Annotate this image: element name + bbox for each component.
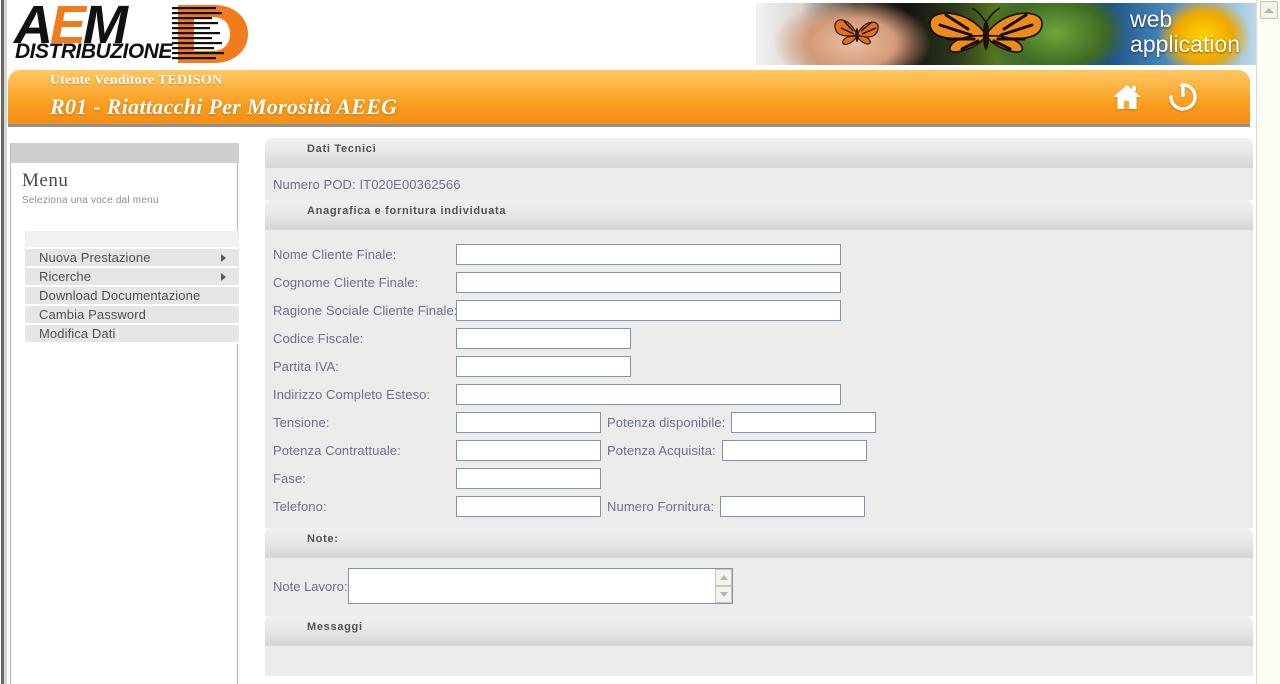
label-potenza-acquisita: Potenza Acquisita:	[607, 442, 716, 458]
menu-list: Nuova Prestazione Ricerche Download Docu…	[25, 231, 239, 344]
section-body-anagrafica: Nome Cliente Finale: Cognome Cliente Fin…	[265, 230, 1253, 528]
pod-number-line: Numero POD: IT020E00362566	[273, 176, 461, 192]
form-row-indirizzo: Indirizzo Completo Esteso:	[273, 380, 1253, 408]
input-potenza-disponibile[interactable]	[731, 411, 877, 433]
title-bar-actions	[1112, 82, 1198, 112]
caption-line-2: application	[1130, 31, 1240, 57]
scroll-down-icon[interactable]	[715, 586, 732, 603]
sidebar: Menu Seleziona una voce dal menu Nuova P…	[10, 143, 239, 684]
scroll-up-icon[interactable]	[1260, 1, 1278, 19]
sidebar-item-cambia-password[interactable]: Cambia Password	[25, 306, 239, 325]
aem-distribuzione-logo: AEM DISTRIBUZIONE	[14, 0, 254, 65]
form-row-fase: Fase:	[273, 464, 1253, 492]
sidebar-item-label: Download Documentazione	[39, 288, 201, 303]
section-body-messaggi	[265, 646, 1253, 676]
input-ragione-sociale-cliente-finale[interactable]	[456, 299, 841, 321]
anagrafica-form: Nome Cliente Finale: Cognome Cliente Fin…	[265, 230, 1253, 528]
sidebar-item-modifica-dati[interactable]: Modifica Dati	[25, 325, 239, 344]
label-ragione-sociale-cliente-finale: Ragione Sociale Cliente Finale:	[273, 302, 458, 318]
form-row-ragione-sociale: Ragione Sociale Cliente Finale:	[273, 296, 1253, 324]
input-cognome-cliente-finale[interactable]	[456, 271, 841, 293]
form-row-telefono: Telefono: Numero Fornitura:	[273, 492, 1253, 520]
label-fase: Fase:	[273, 470, 307, 486]
sidebar-item-label: Cambia Password	[39, 307, 146, 322]
section-body-dati-tecnici: Numero POD: IT020E00362566	[265, 168, 1253, 200]
input-nome-cliente-finale[interactable]	[456, 243, 841, 265]
section-header-messaggi: Messaggi	[265, 616, 1253, 646]
section-title: Note:	[307, 533, 339, 545]
chevron-right-icon	[221, 253, 226, 262]
label-tensione: Tensione:	[273, 414, 330, 430]
menu-heading: Menu	[22, 170, 69, 191]
power-icon[interactable]	[1168, 82, 1198, 112]
form-row-cognome: Cognome Cliente Finale:	[273, 268, 1253, 296]
label-partita-iva: Partita IVA:	[273, 358, 339, 374]
section-header-note: Note:	[265, 528, 1253, 558]
form-row-codice-fiscale: Codice Fiscale:	[273, 324, 1253, 352]
section-body-note: Note Lavoro:	[265, 558, 1253, 616]
page-title-bar: Utente Venditore TEDISON R01 - Riattacch…	[8, 70, 1250, 127]
label-codice-fiscale: Codice Fiscale:	[273, 330, 364, 346]
web-application-caption: web application	[1130, 7, 1240, 57]
sidebar-item-download-documentazione[interactable]: Download Documentazione	[25, 287, 239, 306]
sidebar-item-ricerche[interactable]: Ricerche	[25, 268, 239, 287]
menu-spacer	[25, 231, 239, 249]
input-tensione[interactable]	[456, 411, 601, 433]
label-indirizzo-completo-esteso: Indirizzo Completo Esteso:	[273, 386, 431, 402]
top-banner: AEM DISTRIBUZIONE web application	[0, 0, 1256, 68]
section-header-anagrafica: Anagrafica e fornitura individuata	[265, 200, 1253, 230]
main-content: Dati Tecnici Numero POD: IT020E00362566 …	[265, 138, 1253, 684]
sidebar-item-label: Nuova Prestazione	[39, 250, 151, 265]
input-fase[interactable]	[456, 467, 601, 489]
input-numero-fornitura[interactable]	[720, 495, 866, 517]
label-potenza-disponibile: Potenza disponibile:	[607, 414, 726, 430]
chevron-right-icon	[221, 272, 226, 281]
input-potenza-acquisita[interactable]	[721, 439, 867, 461]
form-row-nome: Nome Cliente Finale:	[273, 240, 1253, 268]
home-icon[interactable]	[1112, 83, 1142, 111]
label-telefono: Telefono:	[273, 498, 327, 514]
note-form: Note Lavoro:	[265, 558, 1253, 616]
label-note-lavoro: Note Lavoro:	[273, 578, 348, 594]
section-title: Anagrafica e fornitura individuata	[307, 205, 507, 217]
butterfly-small-icon	[828, 13, 886, 53]
label-cognome-cliente-finale: Cognome Cliente Finale:	[273, 274, 419, 290]
input-potenza-contrattuale[interactable]	[456, 439, 601, 461]
page-title: R01 - Riattacchi Per Morosità AEEG	[50, 94, 398, 119]
caption-line-1: web	[1130, 6, 1173, 32]
form-row-note-lavoro: Note Lavoro:	[273, 568, 1253, 604]
logo-subtitle: DISTRIBUZIONE	[15, 40, 172, 63]
form-row-partita-iva: Partita IVA:	[273, 352, 1253, 380]
input-telefono[interactable]	[456, 495, 601, 517]
scroll-up-icon[interactable]	[715, 569, 732, 586]
form-row-potenza-contrattuale: Potenza Contrattuale: Potenza Acquisita:	[273, 436, 1253, 464]
section-title: Messaggi	[307, 621, 363, 633]
sidebar-item-label: Modifica Dati	[39, 326, 116, 341]
browser-scrollbar[interactable]	[1256, 0, 1280, 684]
sidebar-item-nuova-prestazione[interactable]: Nuova Prestazione	[25, 249, 239, 268]
logo-d-mark-icon	[168, 3, 252, 65]
logged-user-label: Utente Venditore TEDISON	[50, 73, 223, 88]
sidebar-top-strip	[11, 143, 239, 163]
form-row-tensione: Tensione: Potenza disponibile:	[273, 408, 1253, 436]
butterfly-banner-image: web application	[756, 3, 1256, 65]
label-nome-cliente-finale: Nome Cliente Finale:	[273, 246, 397, 262]
page-left-edge	[0, 0, 7, 684]
section-title: Dati Tecnici	[307, 143, 377, 155]
input-note-lavoro[interactable]	[348, 568, 733, 604]
input-partita-iva[interactable]	[456, 355, 631, 377]
label-numero-fornitura: Numero Fornitura:	[607, 498, 715, 514]
input-indirizzo-completo-esteso[interactable]	[456, 383, 841, 405]
label-potenza-contrattuale: Potenza Contrattuale:	[273, 442, 401, 458]
input-codice-fiscale[interactable]	[456, 327, 631, 349]
section-header-dati-tecnici: Dati Tecnici	[265, 138, 1253, 168]
butterfly-large-icon	[916, 5, 1056, 63]
note-lavoro-field-wrap	[348, 568, 733, 604]
sidebar-item-label: Ricerche	[39, 269, 92, 284]
note-lavoro-scrollbar[interactable]	[715, 569, 732, 603]
page-root: AEM DISTRIBUZIONE web application Utente…	[0, 0, 1280, 684]
menu-subtitle: Seleziona una voce dal menu	[22, 195, 159, 206]
